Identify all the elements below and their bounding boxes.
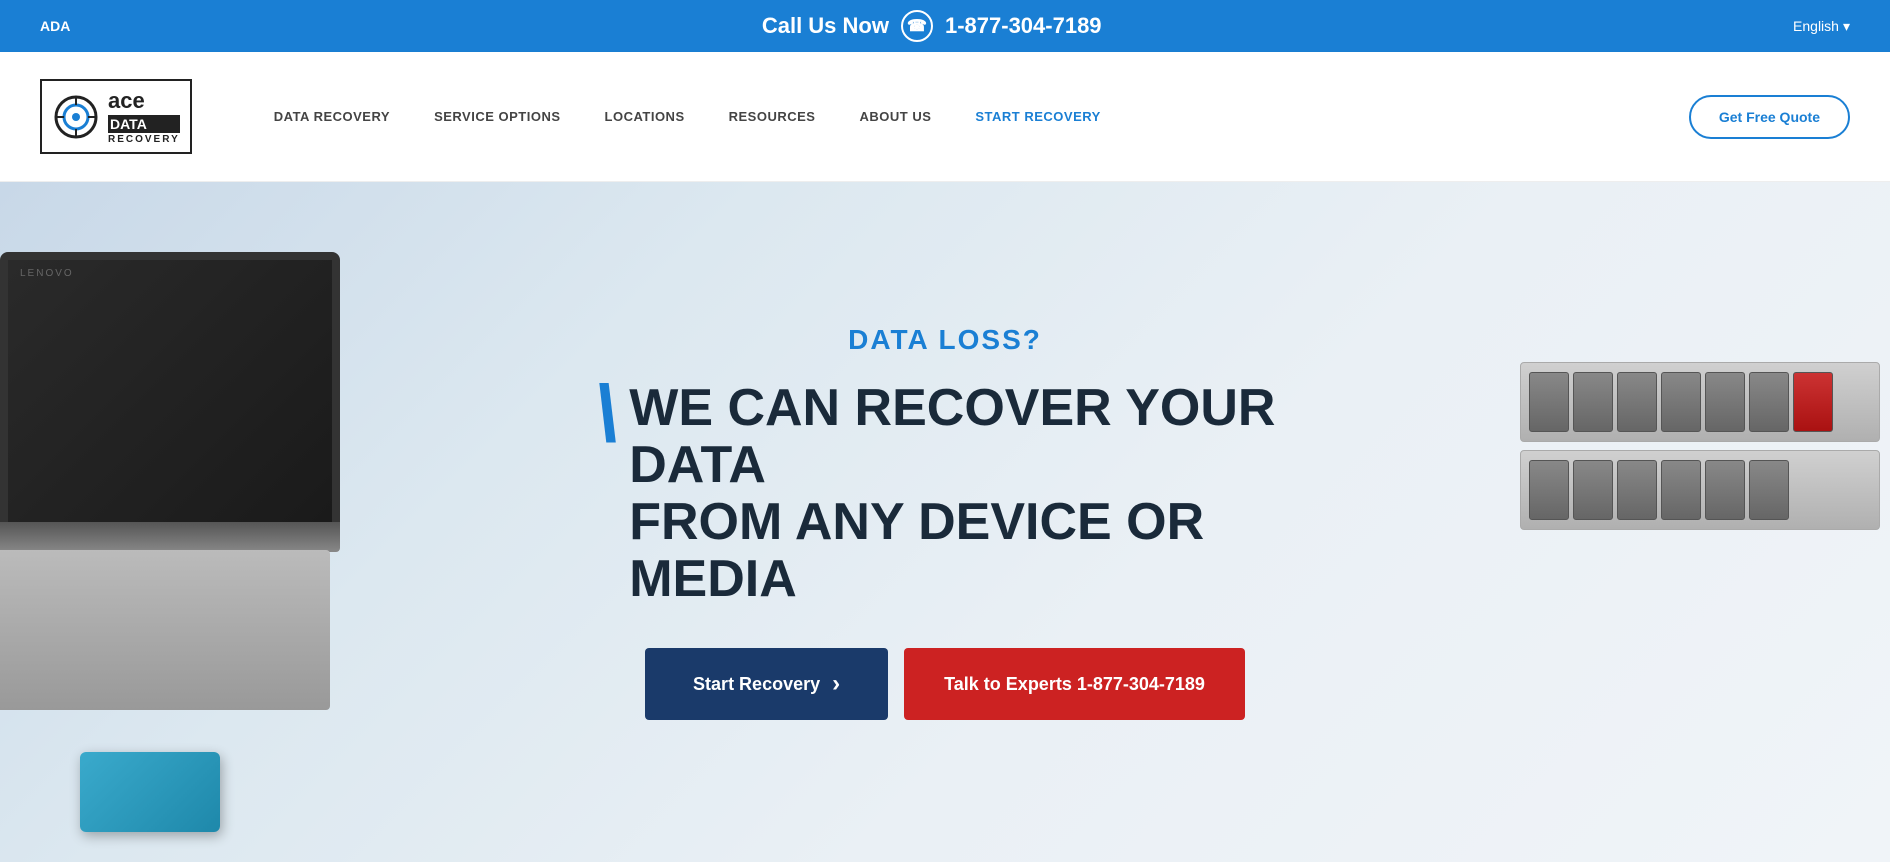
hero-server-image bbox=[1520, 362, 1890, 782]
logo-text: ace DATA RECOVERY bbox=[108, 87, 180, 147]
hero-laptop-image bbox=[0, 242, 400, 862]
server-unit-2 bbox=[1520, 450, 1880, 530]
external-hdd bbox=[80, 752, 220, 832]
laptop-base bbox=[0, 522, 340, 552]
server-slot bbox=[1749, 460, 1789, 520]
server-slot bbox=[1617, 460, 1657, 520]
hero-content: DATA LOSS? \ WE CAN RECOVER YOUR DATA FR… bbox=[595, 324, 1295, 721]
server-slot bbox=[1705, 372, 1745, 432]
phone-icon: ☎ bbox=[901, 10, 933, 42]
nav-links: DATA RECOVERY SERVICE OPTIONS LOCATIONS … bbox=[252, 109, 1689, 124]
ada-label: ADA bbox=[40, 18, 70, 34]
logo-box: ace DATA RECOVERY bbox=[40, 79, 192, 155]
laptop-screen bbox=[0, 252, 340, 532]
server-slot bbox=[1749, 372, 1789, 432]
nav-about-us[interactable]: ABOUT US bbox=[837, 109, 953, 124]
language-selector[interactable]: English ▾ bbox=[1793, 18, 1850, 35]
server-slot bbox=[1705, 460, 1745, 520]
server-slot bbox=[1529, 460, 1569, 520]
start-recovery-label: Start Recovery bbox=[693, 674, 820, 695]
talk-experts-button[interactable]: Talk to Experts 1-877-304-7189 bbox=[904, 648, 1245, 720]
nav-resources[interactable]: RESOURCES bbox=[707, 109, 838, 124]
server-slot bbox=[1573, 372, 1613, 432]
server-unit-1 bbox=[1520, 362, 1880, 442]
headline-line1: WE CAN RECOVER YOUR DATA bbox=[629, 379, 1275, 494]
nav-data-recovery[interactable]: DATA RECOVERY bbox=[252, 109, 412, 124]
nav-service-options[interactable]: SERVICE OPTIONS bbox=[412, 109, 582, 124]
nav-start-recovery[interactable]: START RECOVERY bbox=[953, 109, 1122, 124]
chevron-down-icon: ▾ bbox=[1843, 18, 1850, 35]
call-label: Call Us Now bbox=[762, 13, 889, 39]
nav-locations[interactable]: LOCATIONS bbox=[583, 109, 707, 124]
get-quote-button[interactable]: Get Free Quote bbox=[1689, 95, 1850, 139]
logo-recovery: RECOVERY bbox=[108, 133, 180, 146]
call-info: Call Us Now ☎ 1-877-304-7189 bbox=[762, 10, 1102, 42]
chevron-icon: \ bbox=[595, 374, 617, 454]
logo-icon bbox=[52, 93, 100, 141]
navbar: ace DATA RECOVERY DATA RECOVERY SERVICE … bbox=[0, 52, 1890, 182]
hero-section: DATA LOSS? \ WE CAN RECOVER YOUR DATA FR… bbox=[0, 182, 1890, 862]
logo-data: DATA bbox=[108, 115, 180, 133]
hero-buttons: Start Recovery › Talk to Experts 1-877-3… bbox=[595, 648, 1295, 720]
server-slot bbox=[1617, 372, 1657, 432]
start-recovery-button[interactable]: Start Recovery › bbox=[645, 648, 888, 720]
server-slot bbox=[1661, 372, 1701, 432]
talk-experts-label: Talk to Experts 1-877-304-7189 bbox=[944, 674, 1205, 694]
server-slot-red bbox=[1793, 372, 1833, 432]
logo-ace: ace bbox=[108, 87, 180, 116]
hero-headline: \ WE CAN RECOVER YOUR DATA FROM ANY DEVI… bbox=[595, 380, 1295, 609]
headline-text: WE CAN RECOVER YOUR DATA FROM ANY DEVICE… bbox=[629, 380, 1295, 609]
server-slot bbox=[1573, 460, 1613, 520]
headline-line2: FROM ANY DEVICE OR MEDIA bbox=[629, 493, 1204, 608]
language-label: English bbox=[1793, 18, 1839, 34]
top-bar: ADA Call Us Now ☎ 1-877-304-7189 English… bbox=[0, 0, 1890, 52]
server-slot bbox=[1529, 372, 1569, 432]
logo[interactable]: ace DATA RECOVERY bbox=[40, 79, 192, 155]
phone-number: 1-877-304-7189 bbox=[945, 13, 1102, 39]
data-loss-label: DATA LOSS? bbox=[595, 324, 1295, 356]
arrow-right-icon: › bbox=[832, 670, 840, 698]
server-slot bbox=[1661, 460, 1701, 520]
laptop-keyboard bbox=[0, 550, 330, 710]
